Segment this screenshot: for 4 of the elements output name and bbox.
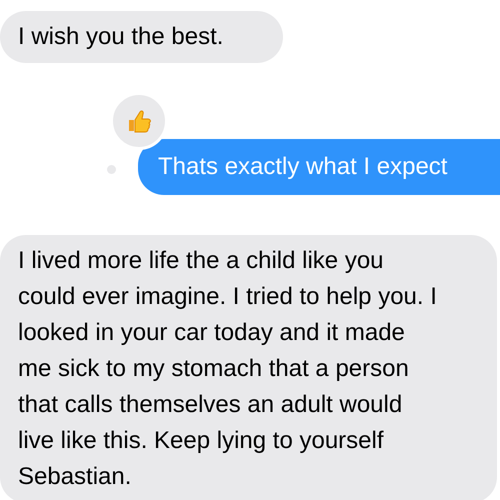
message-bubble: Thats exactly what I expect: [138, 139, 500, 195]
message-bubble: I lived more life the a child like you could ever imagine. I tried to help you. I looked in your car today and it made me sick to my stomach that a person that calls themselves an adult would live like this. Keep lying to yourself Sebastian.: [0, 235, 497, 500]
thumbs-up-icon: [126, 108, 152, 134]
message-bubble: I wish you the best.: [0, 11, 284, 63]
